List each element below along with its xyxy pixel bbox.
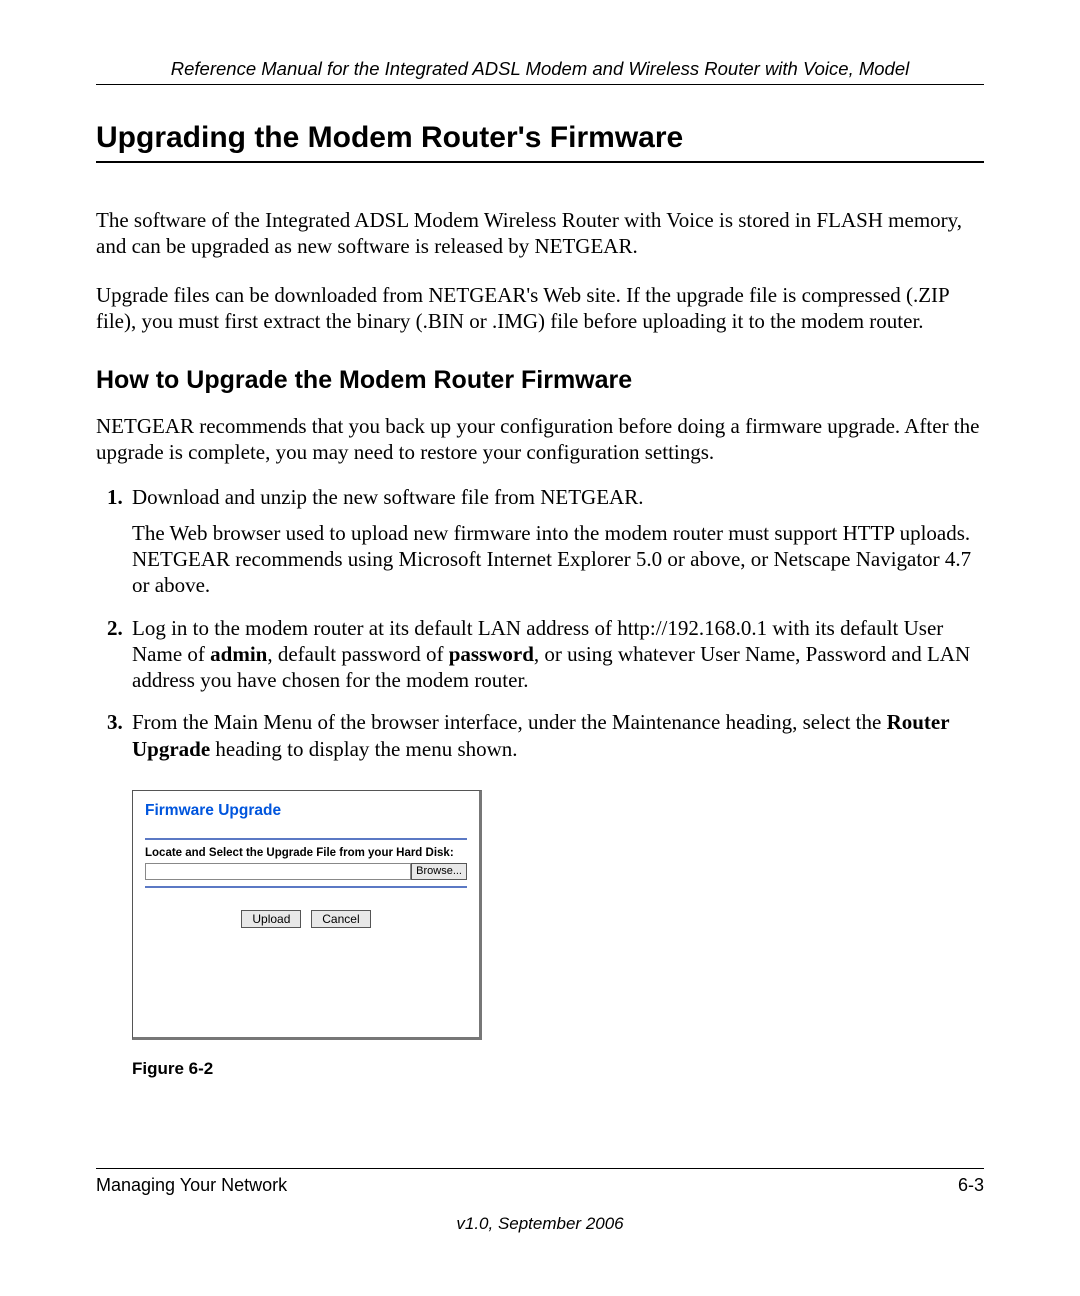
steps-list: Download and unzip the new software file… [96,484,984,1080]
browse-button[interactable]: Browse... [411,863,467,880]
firmware-panel-title: Firmware Upgrade [145,801,467,820]
section-para-1: The software of the Integrated ADSL Mode… [96,207,984,260]
step-2: Log in to the modem router at its defaul… [128,615,984,694]
footer-right: 6-3 [958,1175,984,1196]
step-1-sub: The Web browser used to upload new firmw… [132,520,984,599]
step-1: Download and unzip the new software file… [128,484,984,599]
step-3: From the Main Menu of the browser interf… [128,709,984,1079]
step-3-post: heading to display the menu shown. [210,737,517,761]
section-para-2: Upgrade files can be downloaded from NET… [96,282,984,335]
step-1-main: Download and unzip the new software file… [132,485,643,509]
firmware-divider-1 [145,838,467,840]
section-heading: Upgrading the Modem Router's Firmware [96,121,984,155]
footer-rule [96,1168,984,1169]
step-2-admin: admin [210,642,267,666]
cancel-button[interactable]: Cancel [311,910,370,928]
firmware-file-row: Browse... [145,863,467,880]
figure-caption: Figure 6-2 [132,1058,984,1079]
subsection-heading: How to Upgrade the Modem Router Firmware [96,366,984,395]
footer-version: v1.0, September 2006 [96,1214,984,1234]
step-2-mid: , default password of [267,642,448,666]
firmware-divider-2 [145,886,467,888]
firmware-button-row: Upload Cancel [145,904,467,930]
firmware-locate-label: Locate and Select the Upgrade File from … [145,846,467,860]
footer-left: Managing Your Network [96,1175,287,1196]
subsection-intro: NETGEAR recommends that you back up your… [96,413,984,466]
firmware-upgrade-panel: Firmware Upgrade Locate and Select the U… [132,790,482,1040]
firmware-file-input[interactable] [145,863,411,880]
header-rule [96,84,984,85]
step-3-pre: From the Main Menu of the browser interf… [132,710,887,734]
step-2-password: password [449,642,534,666]
upload-button[interactable]: Upload [241,910,301,928]
section-rule [96,161,984,163]
running-header: Reference Manual for the Integrated ADSL… [96,58,984,80]
page-footer: Managing Your Network 6-3 [96,1168,984,1196]
